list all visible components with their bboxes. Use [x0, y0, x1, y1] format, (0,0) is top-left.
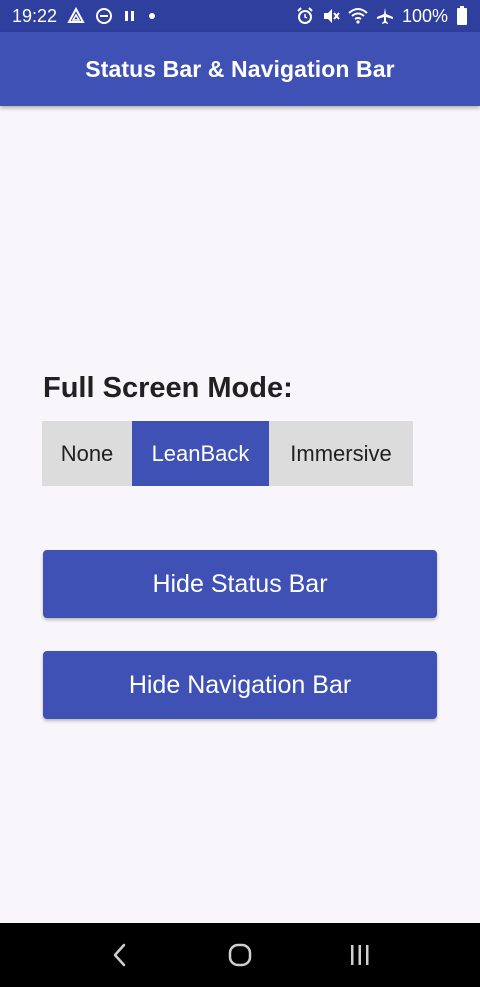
wifi-icon: [348, 7, 368, 25]
battery-percentage: 100%: [401, 5, 448, 26]
system-status-bar: 19:22 100%: [0, 0, 480, 32]
recents-icon[interactable]: [330, 930, 390, 980]
status-time: 19:22: [12, 5, 58, 26]
status-left-group: 19:22: [12, 6, 157, 27]
app-bar: Status Bar & Navigation Bar: [0, 32, 480, 106]
hide-navigation-bar-button[interactable]: Hide Navigation Bar: [43, 651, 437, 719]
airplane-icon: [376, 7, 394, 25]
full-screen-mode-toggle-group: None LeanBack Immersive: [42, 421, 413, 486]
do-not-disturb-icon: [95, 7, 113, 25]
mode-option-immersive[interactable]: Immersive: [269, 421, 413, 486]
mode-option-none[interactable]: None: [42, 421, 132, 486]
status-right-group: 100%: [296, 6, 468, 27]
back-icon[interactable]: [90, 930, 150, 980]
dot-icon: [147, 11, 157, 21]
hide-status-bar-button[interactable]: Hide Status Bar: [43, 550, 437, 618]
mute-icon: [322, 7, 340, 25]
alarm-icon: [296, 7, 314, 25]
battery-icon: [456, 6, 468, 26]
pause-icon: [123, 9, 137, 23]
full-screen-mode-heading: Full Screen Mode:: [43, 372, 293, 404]
system-navigation-bar: [0, 923, 480, 987]
pie-icon: [67, 7, 85, 25]
mode-option-leanback[interactable]: LeanBack: [132, 421, 269, 486]
home-icon[interactable]: [210, 930, 270, 980]
app-title: Status Bar & Navigation Bar: [85, 55, 395, 82]
